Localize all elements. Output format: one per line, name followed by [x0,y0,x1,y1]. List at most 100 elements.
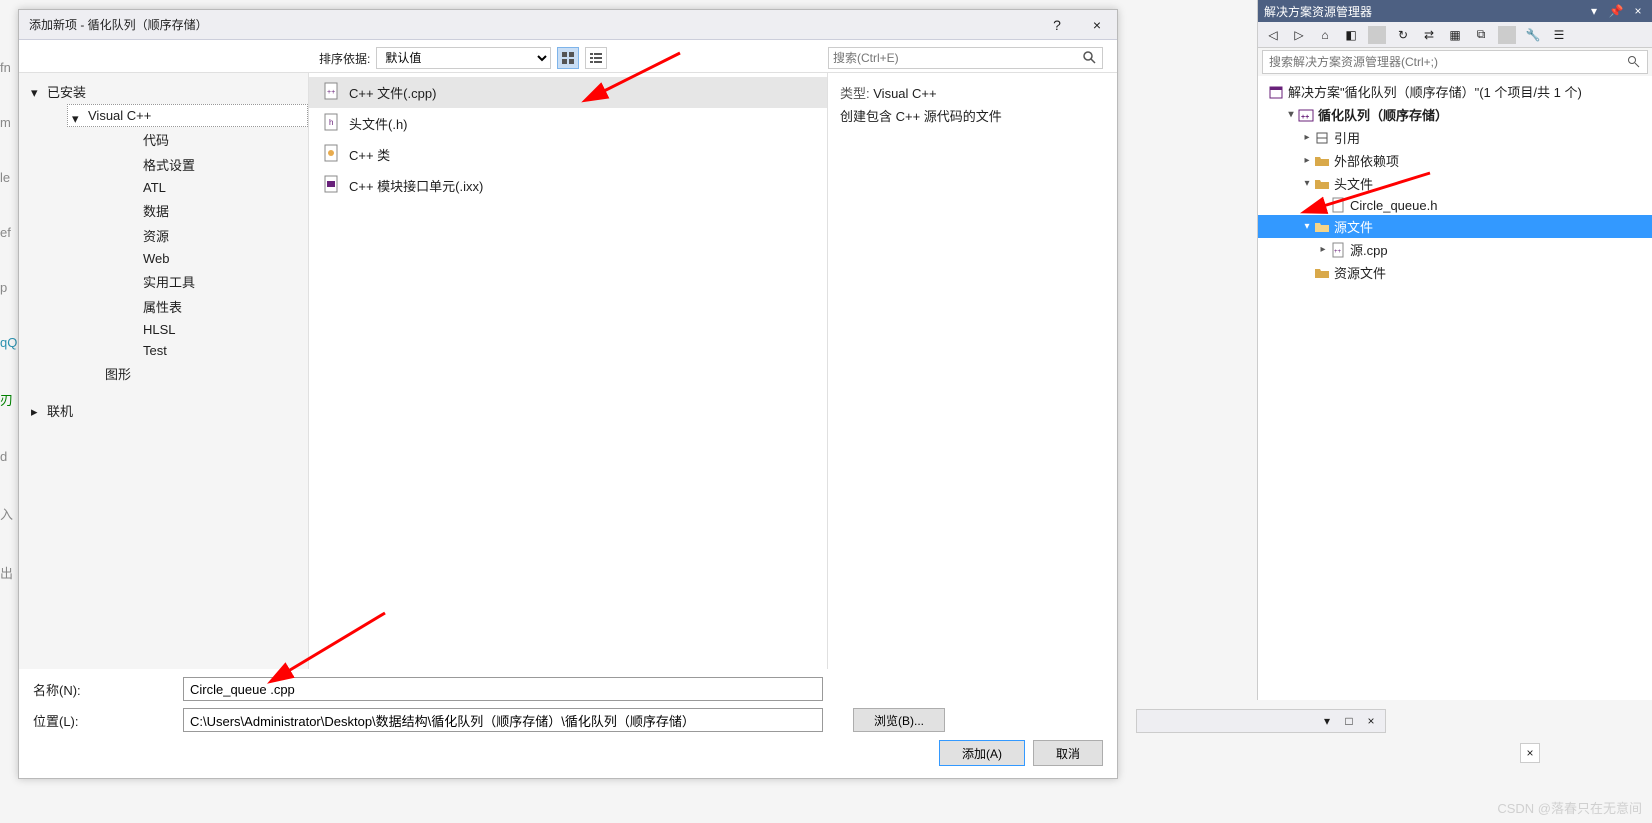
project-icon: ++ [1298,107,1314,123]
folder-icon [1314,153,1330,169]
forward-icon[interactable]: ▷ [1290,26,1308,44]
tree-resource[interactable]: 资源 [123,223,308,248]
window-icon[interactable]: ▾ [1319,714,1335,728]
desc-detail: 创建包含 C++ 源代码的文件 [840,106,1105,125]
chevron-down-icon [1284,109,1298,120]
location-label: 位置(L): [33,711,173,730]
add-new-item-dialog: 添加新项 - 循化队列（顺序存储） ? × 排序依据: 默认值 已安装 [18,9,1118,779]
tree-props[interactable]: 属性表 [123,294,308,319]
svg-text:++: ++ [327,89,335,96]
type-value: Visual C++ [873,86,936,101]
tree-installed[interactable]: 已安装 [27,79,308,104]
show-all-icon[interactable]: ▦ [1446,26,1464,44]
wrench-icon[interactable]: 🔧 [1524,26,1542,44]
search-icon [1627,55,1641,69]
chevron-down-icon [1300,221,1314,232]
bottom-form: 名称(N): 位置(L): 浏览(B)... 添加(A) 取消 [19,669,1117,778]
add-button[interactable]: 添加(A) [939,740,1025,766]
switch-view-icon[interactable]: ◧ [1342,26,1360,44]
template-cpp-file[interactable]: ++ C++ 文件(.cpp) [309,77,827,108]
module-icon [323,175,341,193]
sln-toolbar: ◁ ▷ ⌂ ◧ ↻ ⇄ ▦ ⧉ 🔧 ☰ [1258,22,1652,48]
name-input[interactable] [183,677,823,701]
sln-header-file[interactable]: Circle_queue.h [1258,195,1652,215]
chevron-right-icon [1316,200,1330,211]
tree-format[interactable]: 格式设置 [123,152,308,177]
svg-text:h: h [329,118,333,127]
tree-code[interactable]: 代码 [123,127,308,152]
dialog-toolbar: 排序依据: 默认值 [19,40,1117,72]
template-header-file[interactable]: h 头文件(.h) [309,108,827,139]
list-view-button[interactable] [585,47,607,69]
tree-atl[interactable]: ATL [123,177,308,198]
mini-close-button[interactable]: × [1520,743,1540,763]
watermark: CSDN @落春只在无意间 [1497,798,1642,817]
svg-text:++: ++ [1334,249,1342,255]
sln-titlebar: 解决方案资源管理器 ▾ 📌 × [1258,0,1652,22]
sln-resources-node[interactable]: 资源文件 [1258,261,1652,284]
sln-search[interactable] [1262,50,1648,74]
cpp-file-icon: ++ [323,82,341,100]
sln-sources-node[interactable]: 源文件 [1258,215,1652,238]
refresh-icon[interactable]: ↻ [1394,26,1412,44]
tree-test[interactable]: Test [123,340,308,361]
back-icon[interactable]: ◁ [1264,26,1282,44]
search-box[interactable] [828,47,1103,69]
template-module-ixx[interactable]: C++ 模块接口单元(.ixx) [309,170,827,201]
tree-hlsl[interactable]: HLSL [123,319,308,340]
chevron-right-icon [1300,132,1314,143]
category-tree: 已安装 Visual C++ 代码 格式设置 ATL 数据 资源 Web 实用工… [19,73,309,669]
dialog-title: 添加新项 - 循化队列（顺序存储） [29,16,1037,33]
maximize-icon[interactable]: □ [1341,714,1357,728]
chevron-right-icon [1316,244,1330,255]
sln-external-node[interactable]: 外部依赖项 [1258,149,1652,172]
close-button[interactable]: × [1077,17,1117,33]
folder-open-icon [1314,219,1330,235]
solution-explorer: 解决方案资源管理器 ▾ 📌 × ◁ ▷ ⌂ ◧ ↻ ⇄ ▦ ⧉ 🔧 ☰ 解决方案… [1257,0,1652,700]
close-icon[interactable]: × [1363,714,1379,728]
tree-visual-cpp[interactable]: Visual C++ [67,104,308,127]
chevron-down-icon [72,111,82,121]
grid-view-button[interactable] [557,47,579,69]
sln-tree: 解决方案"循化队列（顺序存储）"(1 个项目/共 1 个) ++ 循化队列（顺序… [1258,76,1652,700]
solution-icon [1268,84,1284,100]
sln-project-node[interactable]: ++ 循化队列（顺序存储） [1258,103,1652,126]
browse-button[interactable]: 浏览(B)... [853,708,945,732]
name-label: 名称(N): [33,680,173,699]
description-panel: 类型: Visual C++ 创建包含 C++ 源代码的文件 [827,73,1117,669]
home-icon[interactable]: ⌂ [1316,26,1334,44]
template-cpp-class[interactable]: C++ 类 [309,139,827,170]
chevron-down-icon [31,85,41,95]
location-input[interactable] [183,708,823,732]
pin-icon[interactable]: 📌 [1608,4,1624,18]
help-button[interactable]: ? [1037,17,1077,33]
dropdown-icon[interactable]: ▾ [1586,4,1602,18]
mini-panel: ▾ □ × [1136,709,1386,733]
search-icon [1082,50,1098,66]
sln-headers-node[interactable]: 头文件 [1258,172,1652,195]
cancel-button[interactable]: 取消 [1033,740,1103,766]
sln-solution-node[interactable]: 解决方案"循化队列（顺序存储）"(1 个项目/共 1 个) [1258,80,1652,103]
sln-source-file[interactable]: ++ 源.cpp [1258,238,1652,261]
tree-data[interactable]: 数据 [123,198,308,223]
dialog-titlebar: 添加新项 - 循化队列（顺序存储） ? × [19,10,1117,40]
sln-search-input[interactable] [1269,55,1627,69]
chevron-right-icon [31,404,41,414]
sync-icon[interactable]: ⇄ [1420,26,1438,44]
tree-graphics[interactable]: 图形 [67,361,308,386]
tree-util[interactable]: 实用工具 [123,269,308,294]
folder-icon [1314,265,1330,281]
sln-refs-node[interactable]: 引用 [1258,126,1652,149]
tree-web[interactable]: Web [123,248,308,269]
tree-online[interactable]: 联机 [27,398,308,423]
search-input[interactable] [833,51,1082,65]
sort-select[interactable]: 默认值 [376,47,551,69]
h-file-icon [1330,197,1346,213]
background-code: fnmleefpqQ刃d入出 [0,0,18,700]
chevron-down-icon [1300,178,1314,189]
sln-title: 解决方案资源管理器 [1264,3,1586,20]
class-icon [323,144,341,162]
copy-icon[interactable]: ⧉ [1472,26,1490,44]
properties-icon[interactable]: ☰ [1550,26,1568,44]
close-icon[interactable]: × [1630,4,1646,18]
